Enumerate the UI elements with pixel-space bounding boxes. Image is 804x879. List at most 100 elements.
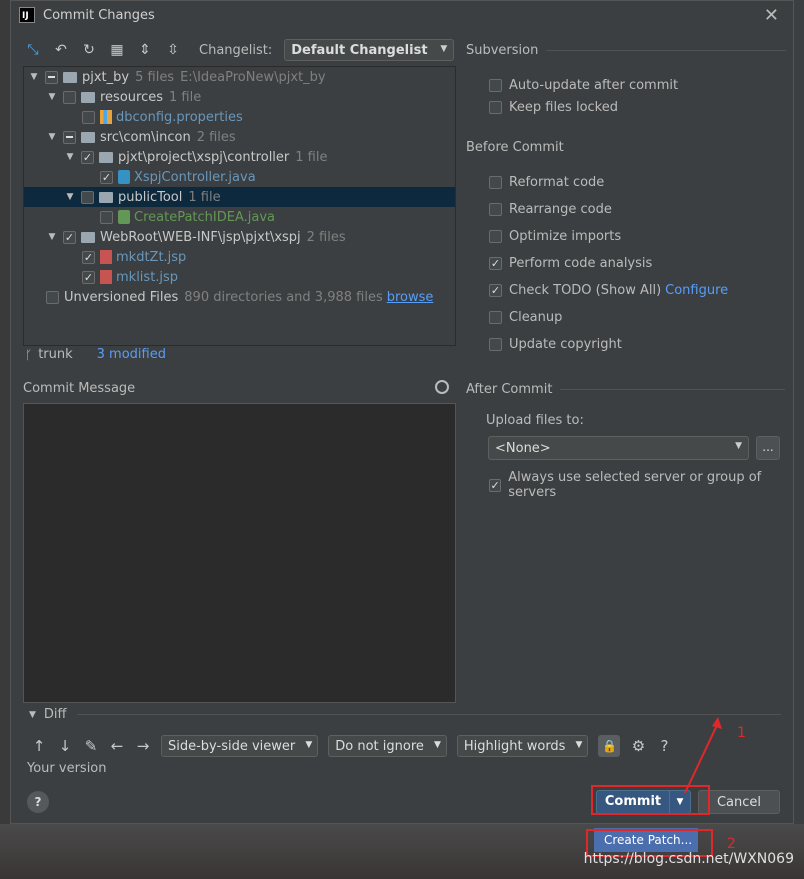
commit-message-input[interactable]	[23, 403, 456, 703]
checkbox[interactable]	[45, 70, 58, 84]
ignore-select[interactable]: Do not ignore ▼	[328, 735, 447, 757]
edit-icon[interactable]: ✎	[83, 737, 99, 755]
rollback-icon[interactable]: ↶	[53, 42, 69, 58]
code-analysis-option[interactable]: Perform code analysis	[489, 256, 652, 271]
show-diff-icon[interactable]: ⤡	[25, 42, 41, 58]
diff-header[interactable]: ▼ Diff	[29, 707, 781, 722]
tree-row[interactable]: ▼ pjxt_by 5 files E:\IdeaProNew\pjxt_by	[24, 67, 455, 87]
tree-row[interactable]: ▼ pjxt\project\xspj\controller 1 file	[24, 147, 455, 167]
chevron-down-icon: ▼	[440, 44, 448, 54]
upload-server-select[interactable]: <None> ▼	[488, 436, 749, 460]
forward-icon[interactable]: →	[135, 737, 151, 755]
checkbox[interactable]	[489, 257, 502, 270]
file-count: 1 file	[295, 149, 328, 165]
checkbox[interactable]	[489, 176, 502, 189]
rearrange-option[interactable]: Rearrange code	[489, 202, 612, 217]
background-right	[794, 0, 804, 879]
checkbox[interactable]	[489, 284, 502, 297]
collapse-all-icon[interactable]: ⇳	[165, 42, 181, 58]
checkbox[interactable]	[489, 79, 502, 92]
tree-row-unversioned[interactable]: Unversioned Files 890 directories and 3,…	[24, 287, 455, 307]
gear-icon[interactable]: ⚙	[630, 737, 646, 755]
unversioned-count: 890 directories and 3,988 files	[184, 289, 383, 305]
lock-icon[interactable]: 🔒	[598, 735, 621, 757]
changelist-select[interactable]: Default Changelist ▼	[284, 39, 455, 61]
configure-link[interactable]: Configure	[665, 283, 728, 298]
checkbox[interactable]	[100, 210, 113, 224]
checkbox[interactable]	[63, 230, 76, 244]
checkbox[interactable]	[63, 90, 76, 104]
option-label: Auto-update after commit	[509, 78, 679, 93]
checkbox[interactable]	[46, 290, 59, 304]
tree-label: WebRoot\WEB-INF\jsp\pjxt\xspj	[100, 229, 301, 245]
checkbox[interactable]	[489, 338, 502, 351]
checkbox[interactable]	[82, 270, 95, 284]
refresh-icon[interactable]: ↻	[81, 42, 97, 58]
expand-arrow-icon[interactable]: ▼	[46, 92, 58, 102]
checkbox[interactable]	[489, 101, 502, 114]
tree-row[interactable]: ▼ publicTool 1 file	[24, 187, 455, 207]
folder-icon	[99, 151, 113, 163]
checkbox[interactable]	[63, 130, 76, 144]
checkbox[interactable]	[82, 250, 95, 264]
option-label: Always use selected server or group of s…	[508, 470, 762, 500]
browse-link[interactable]: browse	[387, 290, 434, 305]
option-label: Keep files locked	[509, 100, 618, 115]
expand-arrow-icon[interactable]: ▼	[28, 72, 40, 82]
tree-row[interactable]: CreatePatchIDEA.java	[24, 207, 455, 227]
tree-row[interactable]: dbconfig.properties	[24, 107, 455, 127]
tree-label: publicTool	[118, 189, 183, 205]
always-use-option[interactable]: Always use selected server or group of s…	[489, 470, 793, 500]
tree-label: CreatePatchIDEA.java	[134, 209, 275, 225]
checkbox[interactable]	[489, 478, 502, 492]
checkbox[interactable]	[489, 230, 502, 243]
checkbox[interactable]	[81, 150, 94, 164]
highlight-select[interactable]: Highlight words ▼	[456, 735, 589, 757]
your-version-label: Your version	[27, 761, 107, 776]
reformat-option[interactable]: Reformat code	[489, 175, 604, 190]
close-icon[interactable]: ✕	[764, 5, 779, 26]
tree-row[interactable]: ▼ WebRoot\WEB-INF\jsp\pjxt\xspj 2 files	[24, 227, 455, 247]
chevron-down-icon: ▼	[305, 740, 313, 750]
tree-row[interactable]: XspjController.java	[24, 167, 455, 187]
tree-row[interactable]: ▼ resources 1 file	[24, 87, 455, 107]
checkbox[interactable]	[489, 311, 502, 324]
commit-dialog: IJ Commit Changes ✕ ⤡ ↶ ↻ ▦ ⇕ ⇳ Changeli…	[10, 0, 794, 824]
optimize-imports-option[interactable]: Optimize imports	[489, 229, 621, 244]
copyright-option[interactable]: Update copyright	[489, 337, 622, 352]
checkbox[interactable]	[489, 203, 502, 216]
jsp-file-icon	[100, 250, 112, 264]
check-todo-option[interactable]: Check TODO (Show All)Configure	[489, 283, 728, 298]
tree-row[interactable]: mklist.jsp	[24, 267, 455, 287]
clock-icon[interactable]	[435, 380, 449, 394]
annotation-number-2: 2	[727, 836, 736, 852]
expand-arrow-icon[interactable]: ▼	[64, 192, 76, 202]
back-icon[interactable]: ←	[109, 737, 125, 755]
group-by-icon[interactable]: ▦	[109, 42, 125, 58]
expand-arrow-icon[interactable]: ▼	[46, 132, 58, 142]
java-file-icon	[118, 210, 130, 224]
expand-arrow-icon[interactable]: ▼	[64, 152, 76, 162]
auto-update-option[interactable]: Auto-update after commit	[489, 78, 678, 93]
help-button[interactable]: ?	[27, 791, 49, 813]
modified-count-link[interactable]: 3 modified	[97, 347, 166, 362]
subversion-header: Subversion	[466, 43, 787, 58]
viewer-select[interactable]: Side-by-side viewer ▼	[161, 735, 319, 757]
cleanup-option[interactable]: Cleanup	[489, 310, 562, 325]
browse-servers-button[interactable]: ...	[756, 436, 780, 460]
tree-label: resources	[100, 89, 164, 105]
checkbox[interactable]	[81, 190, 94, 204]
checkbox[interactable]	[82, 110, 95, 124]
option-label: Rearrange code	[509, 202, 612, 217]
expand-all-icon[interactable]: ⇕	[137, 42, 153, 58]
collapse-arrow-icon[interactable]: ▼	[29, 710, 36, 720]
keep-locked-option[interactable]: Keep files locked	[489, 100, 618, 115]
tree-row[interactable]: ▼ src\com\incon 2 files	[24, 127, 455, 147]
previous-diff-icon[interactable]: ↑	[31, 737, 47, 755]
next-diff-icon[interactable]: ↓	[57, 737, 73, 755]
help-icon[interactable]: ?	[656, 737, 672, 755]
expand-arrow-icon[interactable]: ▼	[46, 232, 58, 242]
tree-row[interactable]: mkdtZt.jsp	[24, 247, 455, 267]
dialog-title: Commit Changes	[43, 7, 155, 23]
checkbox[interactable]	[100, 170, 113, 184]
